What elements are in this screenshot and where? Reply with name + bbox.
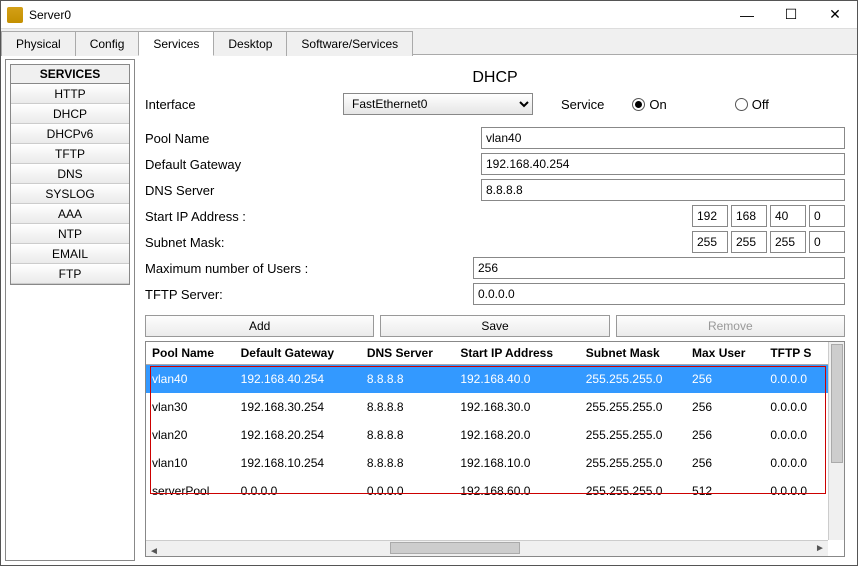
start-ip-octet-4[interactable] (809, 205, 845, 227)
mask-octet-4[interactable] (809, 231, 845, 253)
table-row[interactable]: vlan40192.168.40.2548.8.8.8192.168.40.02… (146, 365, 828, 394)
dns-input[interactable] (481, 179, 845, 201)
sidebar-item-ntp[interactable]: NTP (11, 224, 129, 244)
close-button[interactable]: ✕ (813, 1, 857, 29)
save-button[interactable]: Save (380, 315, 609, 337)
dhcp-panel: DHCP Interface FastEthernet0 Service On … (143, 59, 853, 561)
scroll-right-icon[interactable]: ► (812, 541, 828, 555)
window-title: Server0 (29, 8, 725, 22)
services-sidebar: SERVICES HTTPDHCPDHCPv6TFTPDNSSYSLOGAAAN… (5, 59, 135, 561)
col-header[interactable]: Subnet Mask (580, 342, 686, 365)
col-header[interactable]: DNS Server (361, 342, 454, 365)
mask-octet-1[interactable] (692, 231, 728, 253)
horizontal-scrollbar[interactable]: ◄ ► (146, 540, 828, 556)
minimize-button[interactable]: — (725, 1, 769, 29)
col-header[interactable]: TFTP S (764, 342, 828, 365)
mask-label: Subnet Mask: (145, 235, 335, 250)
tab-physical[interactable]: Physical (1, 31, 76, 56)
add-button[interactable]: Add (145, 315, 374, 337)
service-on-radio[interactable]: On (632, 97, 666, 112)
tab-services[interactable]: Services (138, 31, 214, 56)
col-header[interactable]: Start IP Address (454, 342, 579, 365)
service-off-radio[interactable]: Off (735, 97, 769, 112)
max-users-label: Maximum number of Users : (145, 261, 465, 276)
tab-desktop[interactable]: Desktop (213, 31, 287, 56)
interface-label: Interface (145, 97, 335, 112)
sidebar-header: SERVICES (11, 65, 129, 84)
mask-octet-2[interactable] (731, 231, 767, 253)
maximize-button[interactable]: ☐ (769, 1, 813, 29)
sidebar-item-dns[interactable]: DNS (11, 164, 129, 184)
interface-select[interactable]: FastEthernet0 (343, 93, 533, 115)
sidebar-item-aaa[interactable]: AAA (11, 204, 129, 224)
sidebar-item-tftp[interactable]: TFTP (11, 144, 129, 164)
start-ip-octet-1[interactable] (692, 205, 728, 227)
start-ip-octet-3[interactable] (770, 205, 806, 227)
table-row[interactable]: vlan20192.168.20.2548.8.8.8192.168.20.02… (146, 421, 828, 449)
pool-name-label: Pool Name (145, 131, 335, 146)
scroll-left-icon[interactable]: ◄ (146, 545, 162, 558)
vertical-scrollbar[interactable] (828, 342, 844, 540)
col-header[interactable]: Default Gateway (235, 342, 361, 365)
sidebar-item-syslog[interactable]: SYSLOG (11, 184, 129, 204)
dns-label: DNS Server (145, 183, 335, 198)
mask-octet-3[interactable] (770, 231, 806, 253)
sidebar-item-http[interactable]: HTTP (11, 84, 129, 104)
content-area: SERVICES HTTPDHCPDHCPv6TFTPDNSSYSLOGAAAN… (1, 55, 857, 565)
sidebar-item-dhcpv6[interactable]: DHCPv6 (11, 124, 129, 144)
tftp-label: TFTP Server: (145, 287, 465, 302)
sidebar-item-email[interactable]: EMAIL (11, 244, 129, 264)
table-row[interactable]: vlan10192.168.10.2548.8.8.8192.168.10.02… (146, 449, 828, 477)
tab-softwareservices[interactable]: Software/Services (286, 31, 413, 56)
gateway-input[interactable] (481, 153, 845, 175)
app-icon (7, 7, 23, 23)
start-ip-octet-2[interactable] (731, 205, 767, 227)
tab-config[interactable]: Config (75, 31, 140, 56)
titlebar: Server0 — ☐ ✕ (1, 1, 857, 29)
max-users-input[interactable] (473, 257, 845, 279)
tftp-input[interactable] (473, 283, 845, 305)
gateway-label: Default Gateway (145, 157, 335, 172)
page-title: DHCP (145, 69, 845, 87)
remove-button[interactable]: Remove (616, 315, 845, 337)
pool-table: Pool NameDefault GatewayDNS ServerStart … (146, 342, 828, 505)
service-label: Service (561, 97, 604, 112)
col-header[interactable]: Pool Name (146, 342, 235, 365)
table-row[interactable]: serverPool0.0.0.00.0.0.0192.168.60.0255.… (146, 477, 828, 505)
radio-off-icon (735, 98, 748, 111)
sidebar-item-dhcp[interactable]: DHCP (11, 104, 129, 124)
col-header[interactable]: Max User (686, 342, 764, 365)
start-ip-label: Start IP Address : (145, 209, 335, 224)
pool-table-container: Pool NameDefault GatewayDNS ServerStart … (145, 341, 845, 557)
app-window: Server0 — ☐ ✕ PhysicalConfigServicesDesk… (0, 0, 858, 566)
main-tabs: PhysicalConfigServicesDesktopSoftware/Se… (1, 29, 857, 55)
pool-name-input[interactable] (481, 127, 845, 149)
radio-on-icon (632, 98, 645, 111)
sidebar-item-ftp[interactable]: FTP (11, 264, 129, 284)
table-row[interactable]: vlan30192.168.30.2548.8.8.8192.168.30.02… (146, 393, 828, 421)
